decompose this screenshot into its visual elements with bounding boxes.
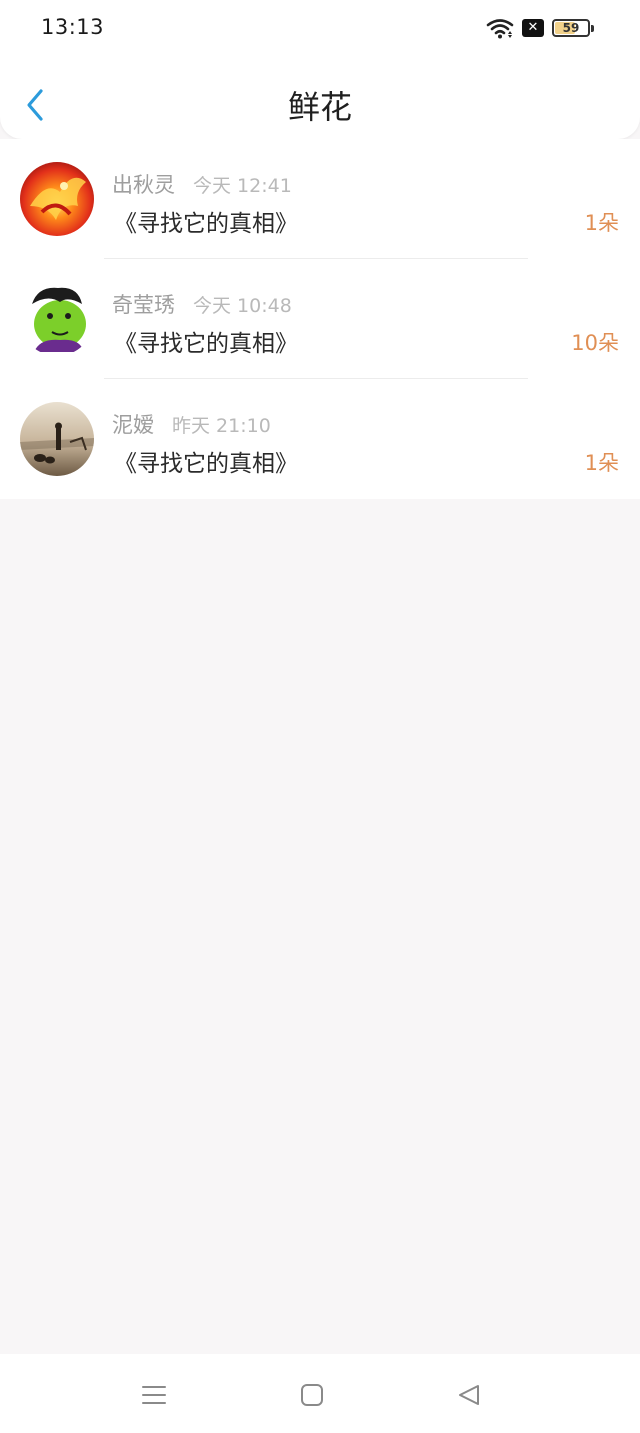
wifi-icon xyxy=(486,17,514,39)
status-icons: ✕ 59 xyxy=(486,16,594,40)
avatar[interactable] xyxy=(20,282,94,356)
book-title: 《寻找它的真相》 xyxy=(114,211,298,237)
no-sim-icon: ✕ xyxy=(522,19,544,37)
list-item[interactable]: 奇莹琇 今天 10:48 《寻找它的真相》 10朵 xyxy=(0,259,640,379)
battery-icon: 59 xyxy=(552,19,594,37)
send-time: 今天 10:48 xyxy=(193,295,292,317)
flower-list: 出秋灵 今天 12:41 《寻找它的真相》 1朵 奇莹琇 今天 10:48 《寻… xyxy=(0,139,640,499)
triangle-back-icon xyxy=(459,1385,479,1405)
screen: 13:13 ✕ 59 鲜花 出秋灵 今天 12:41 《寻找它的真相》 1朵 奇… xyxy=(0,0,640,1433)
list-item[interactable]: 出秋灵 今天 12:41 《寻找它的真相》 1朵 xyxy=(0,139,640,259)
send-time: 今天 12:41 xyxy=(193,175,292,197)
page-title: 鲜花 xyxy=(287,88,352,126)
send-time: 昨天 21:10 xyxy=(172,415,271,437)
book-title: 《寻找它的真相》 xyxy=(114,331,298,357)
flower-count: 1朵 xyxy=(584,451,619,475)
system-nav-bar xyxy=(0,1354,640,1433)
flower-count: 10朵 xyxy=(571,331,619,355)
menu-icon xyxy=(142,1386,166,1404)
list-item[interactable]: 泥嫒 昨天 21:10 《寻找它的真相》 1朵 xyxy=(0,379,640,499)
nav-back-button[interactable] xyxy=(452,1378,486,1412)
flower-count: 1朵 xyxy=(584,211,619,235)
sender-name: 奇莹琇 xyxy=(112,293,175,317)
sender-name: 出秋灵 xyxy=(112,173,175,197)
avatar[interactable] xyxy=(20,402,94,476)
book-title: 《寻找它的真相》 xyxy=(114,451,298,477)
avatar[interactable] xyxy=(20,162,94,236)
home-square-icon xyxy=(301,1384,323,1406)
home-button[interactable] xyxy=(295,1378,329,1412)
menu-button[interactable] xyxy=(137,1378,171,1412)
battery-level: 59 xyxy=(562,21,580,35)
status-time: 13:13 xyxy=(41,15,105,39)
sender-name: 泥嫒 xyxy=(112,413,154,437)
header: 13:13 ✕ 59 鲜花 xyxy=(0,0,640,139)
